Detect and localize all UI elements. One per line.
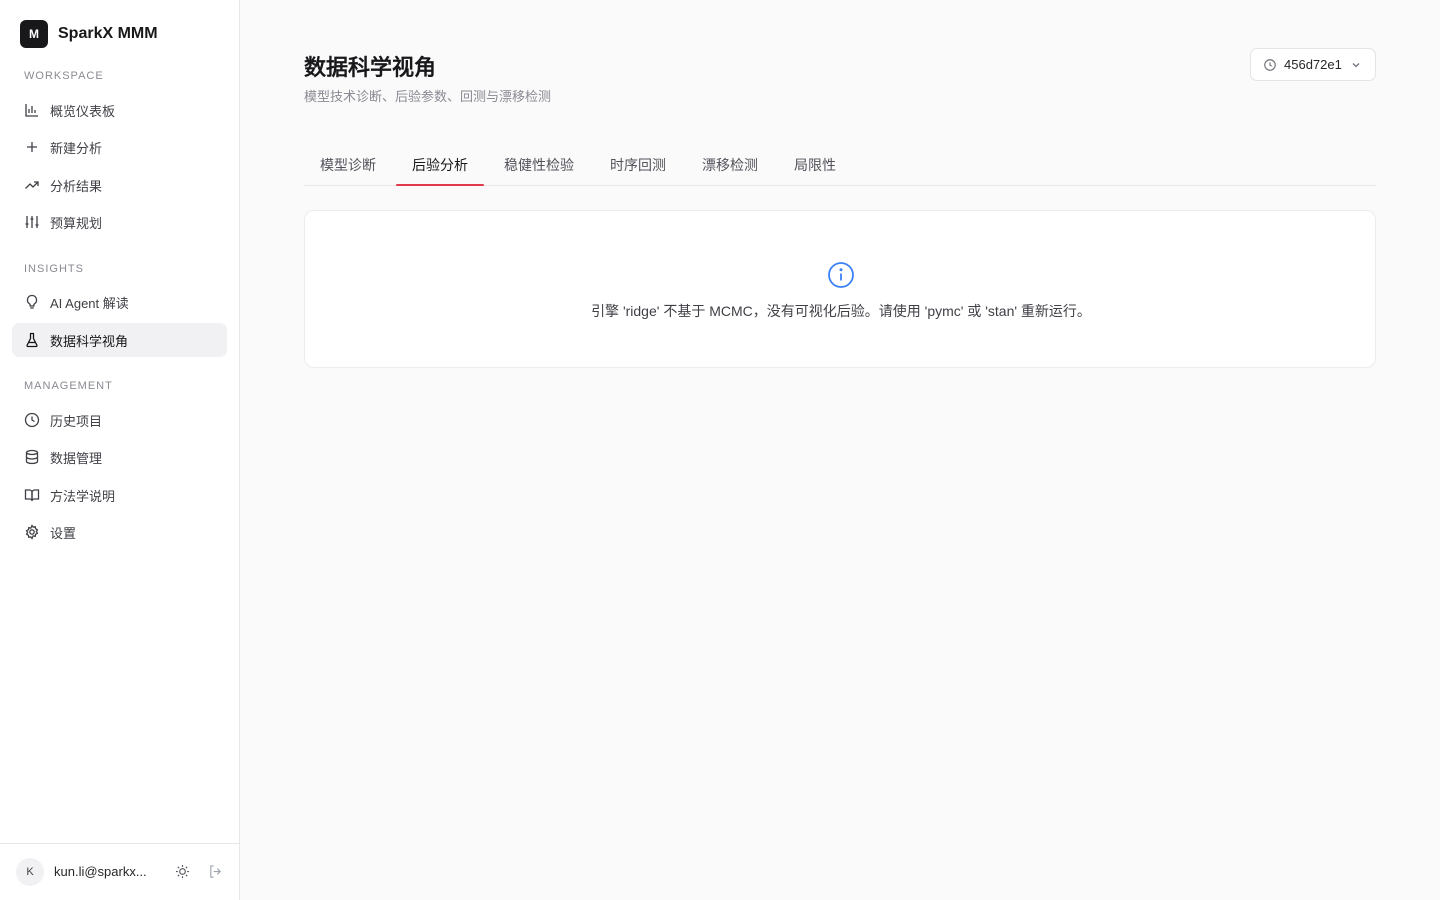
sidebar-item-history[interactable]: 历史项目 <box>12 403 227 437</box>
tab-limitations[interactable]: 局限性 <box>778 145 852 185</box>
sidebar-item-label: 新建分析 <box>50 140 103 156</box>
tab-posterior-analysis[interactable]: 后验分析 <box>396 145 484 186</box>
sidebar: M SparkX MMM WORKSPACE 概览仪表板 新建分析 分析结果 预… <box>0 0 240 900</box>
sidebar-item-label: 方法学说明 <box>50 488 116 504</box>
sidebar-item-results[interactable]: 分析结果 <box>12 168 227 202</box>
lightbulb-icon <box>24 294 40 310</box>
sidebar-item-dashboard[interactable]: 概览仪表板 <box>12 93 227 127</box>
clock-icon <box>1264 58 1276 71</box>
avatar[interactable]: K <box>16 858 44 886</box>
clock-icon <box>24 412 40 428</box>
logout-button[interactable] <box>208 864 224 880</box>
bar-chart-icon <box>24 102 40 118</box>
brand[interactable]: M SparkX MMM <box>20 20 158 48</box>
sidebar-item-budget[interactable]: 预算规划 <box>12 205 227 239</box>
sidebar-item-label: 历史项目 <box>50 413 103 429</box>
section-label-workspace: WORKSPACE <box>24 70 104 82</box>
notice-card: 引擎 'ridge' 不基于 MCMC，没有可视化后验。请使用 'pymc' 或… <box>304 210 1376 368</box>
sidebar-item-label: 分析结果 <box>50 178 103 194</box>
sidebar-item-settings[interactable]: 设置 <box>12 515 227 549</box>
sidebar-item-data-management[interactable]: 数据管理 <box>12 440 227 474</box>
chevron-down-icon <box>1352 62 1360 67</box>
tab-bar: 模型诊断 后验分析 稳健性检验 时序回测 漂移检测 局限性 <box>304 145 1376 186</box>
tab-drift-detection[interactable]: 漂移检测 <box>686 145 774 185</box>
tab-backtest[interactable]: 时序回测 <box>594 145 682 185</box>
theme-toggle-button[interactable] <box>175 864 191 880</box>
brand-name: SparkX MMM <box>58 25 158 42</box>
tab-robustness[interactable]: 稳健性检验 <box>488 145 590 185</box>
version-select[interactable]: 456d72e1 <box>1250 48 1376 81</box>
sidebar-item-ai-agent[interactable]: AI Agent 解读 <box>12 285 227 319</box>
info-icon <box>828 262 854 288</box>
sidebar-item-new-analysis[interactable]: 新建分析 <box>12 130 227 164</box>
sidebar-item-label: 数据科学视角 <box>50 333 129 349</box>
notice-message: 引擎 'ridge' 不基于 MCMC，没有可视化后验。请使用 'pymc' 或… <box>591 303 1091 319</box>
page-subtitle: 模型技术诊断、后验参数、回测与漂移检测 <box>304 89 552 104</box>
gear-icon <box>24 524 40 540</box>
plus-icon <box>24 139 40 155</box>
section-label-management: MANAGEMENT <box>24 380 113 392</box>
flask-icon <box>24 332 40 348</box>
sidebar-item-label: AI Agent 解读 <box>50 295 129 311</box>
logout-icon <box>208 865 223 883</box>
sidebar-item-label: 预算规划 <box>50 215 103 231</box>
user-email[interactable]: kun.li@sparkx... <box>54 864 156 879</box>
sidebar-item-label: 概览仪表板 <box>50 103 116 119</box>
sidebar-item-label: 数据管理 <box>50 450 103 466</box>
database-icon <box>24 449 40 465</box>
sliders-icon <box>24 214 40 230</box>
sidebar-item-data-science[interactable]: 数据科学视角 <box>12 323 227 357</box>
sidebar-item-label: 设置 <box>50 525 77 541</box>
version-label: 456d72e1 <box>1284 57 1342 72</box>
brand-logo: M <box>20 20 48 48</box>
section-label-insights: INSIGHTS <box>24 263 84 275</box>
sidebar-footer: K kun.li@sparkx... <box>0 843 239 900</box>
main-content: 数据科学视角 模型技术诊断、后验参数、回测与漂移检测 456d72e1 模型诊断… <box>240 0 1440 900</box>
sidebar-item-methodology[interactable]: 方法学说明 <box>12 478 227 512</box>
page-title: 数据科学视角 <box>304 55 437 80</box>
tab-model-diagnostics[interactable]: 模型诊断 <box>304 145 392 185</box>
trending-up-icon <box>24 177 40 193</box>
sun-icon <box>175 864 190 883</box>
book-icon <box>24 487 40 503</box>
